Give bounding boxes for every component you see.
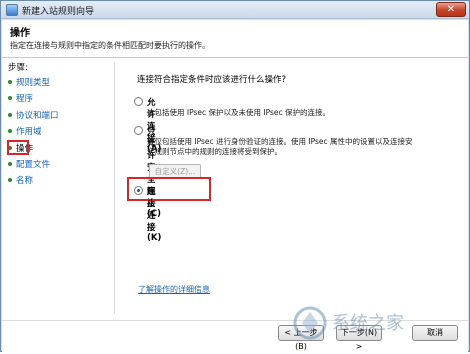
window-title: 新建入站规则向导 xyxy=(22,7,95,17)
sidebar-item-label: 程序 xyxy=(16,94,34,104)
title-bar[interactable]: 新建入站规则向导 ✕ xyxy=(1,1,469,19)
wizard-header: 操作 指定在连接与规则中指定的条件相匹配时要执行的操作。 xyxy=(2,20,468,58)
action-panel: 连接符合指定条件时应该进行什么操作? 允许连接(A) 这包括使用 IPsec 保… xyxy=(122,58,462,318)
block-radio[interactable] xyxy=(134,186,143,195)
sidebar-divider xyxy=(114,62,115,314)
sidebar-item-rule-type[interactable]: 规则类型 xyxy=(8,75,50,89)
step-bullet-icon xyxy=(8,113,12,117)
steps-sidebar: 步骤: 规则类型 程序 协议和端口 作用域 操作 配置文件 名称 xyxy=(2,58,112,318)
sidebar-item-label: 配置文件 xyxy=(16,160,51,170)
sidebar-item-label: 规则类型 xyxy=(16,78,51,88)
sidebar-item-label: 名称 xyxy=(16,176,34,186)
wizard-content: 步骤: 规则类型 程序 协议和端口 作用域 操作 配置文件 名称 连接符合指定条… xyxy=(2,58,468,352)
step-bullet-icon xyxy=(8,96,12,100)
sidebar-item-scope[interactable]: 作用域 xyxy=(8,124,42,138)
firewall-app-icon xyxy=(6,4,18,16)
page-title: 操作 xyxy=(10,28,30,39)
steps-label: 步骤: xyxy=(8,63,28,73)
action-question: 连接符合指定条件时应该进行什么操作? xyxy=(137,75,287,85)
step-bullet-icon xyxy=(8,162,12,166)
step-bullet-icon xyxy=(8,80,12,84)
action-step-highlight xyxy=(7,140,29,155)
block-title: 阻止连接(K) xyxy=(147,187,162,243)
sidebar-item-name[interactable]: 名称 xyxy=(8,173,33,187)
page-description: 指定在连接与规则中指定的条件相匹配时要执行的操作。 xyxy=(10,41,210,50)
sidebar-item-program[interactable]: 程序 xyxy=(8,91,33,105)
sidebar-item-profile[interactable]: 配置文件 xyxy=(8,157,50,171)
step-bullet-icon xyxy=(8,129,12,133)
sidebar-item-label: 协议和端口 xyxy=(16,111,59,121)
allow-desc: 这包括使用 IPsec 保护以及未使用 IPsec 保护的连接。 xyxy=(147,108,331,117)
allow-secure-radio[interactable] xyxy=(134,126,143,135)
close-button[interactable]: ✕ xyxy=(436,2,466,17)
learn-more-link[interactable]: 了解操作的详细信息 xyxy=(138,284,210,295)
sidebar-item-label: 作用域 xyxy=(16,127,42,137)
step-bullet-icon xyxy=(8,178,12,182)
allow-radio[interactable] xyxy=(134,97,143,106)
allow-secure-desc-line2: 全规则节点中的规则的连接将受到保护。 xyxy=(147,147,282,156)
wizard-window: 新建入站规则向导 ✕ 操作 指定在连接与规则中指定的条件相匹配时要执行的操作。 … xyxy=(0,0,470,352)
allow-secure-desc-line1: 这仅包括使用 IPsec 进行身份验证的连接。使用 IPsec 属性中的设置以及… xyxy=(147,137,413,146)
watermark-text: 系统之家 xyxy=(332,313,404,334)
watermark-logo: 系统之家 xyxy=(293,306,404,340)
sidebar-item-protocol-port[interactable]: 协议和端口 xyxy=(8,108,59,122)
